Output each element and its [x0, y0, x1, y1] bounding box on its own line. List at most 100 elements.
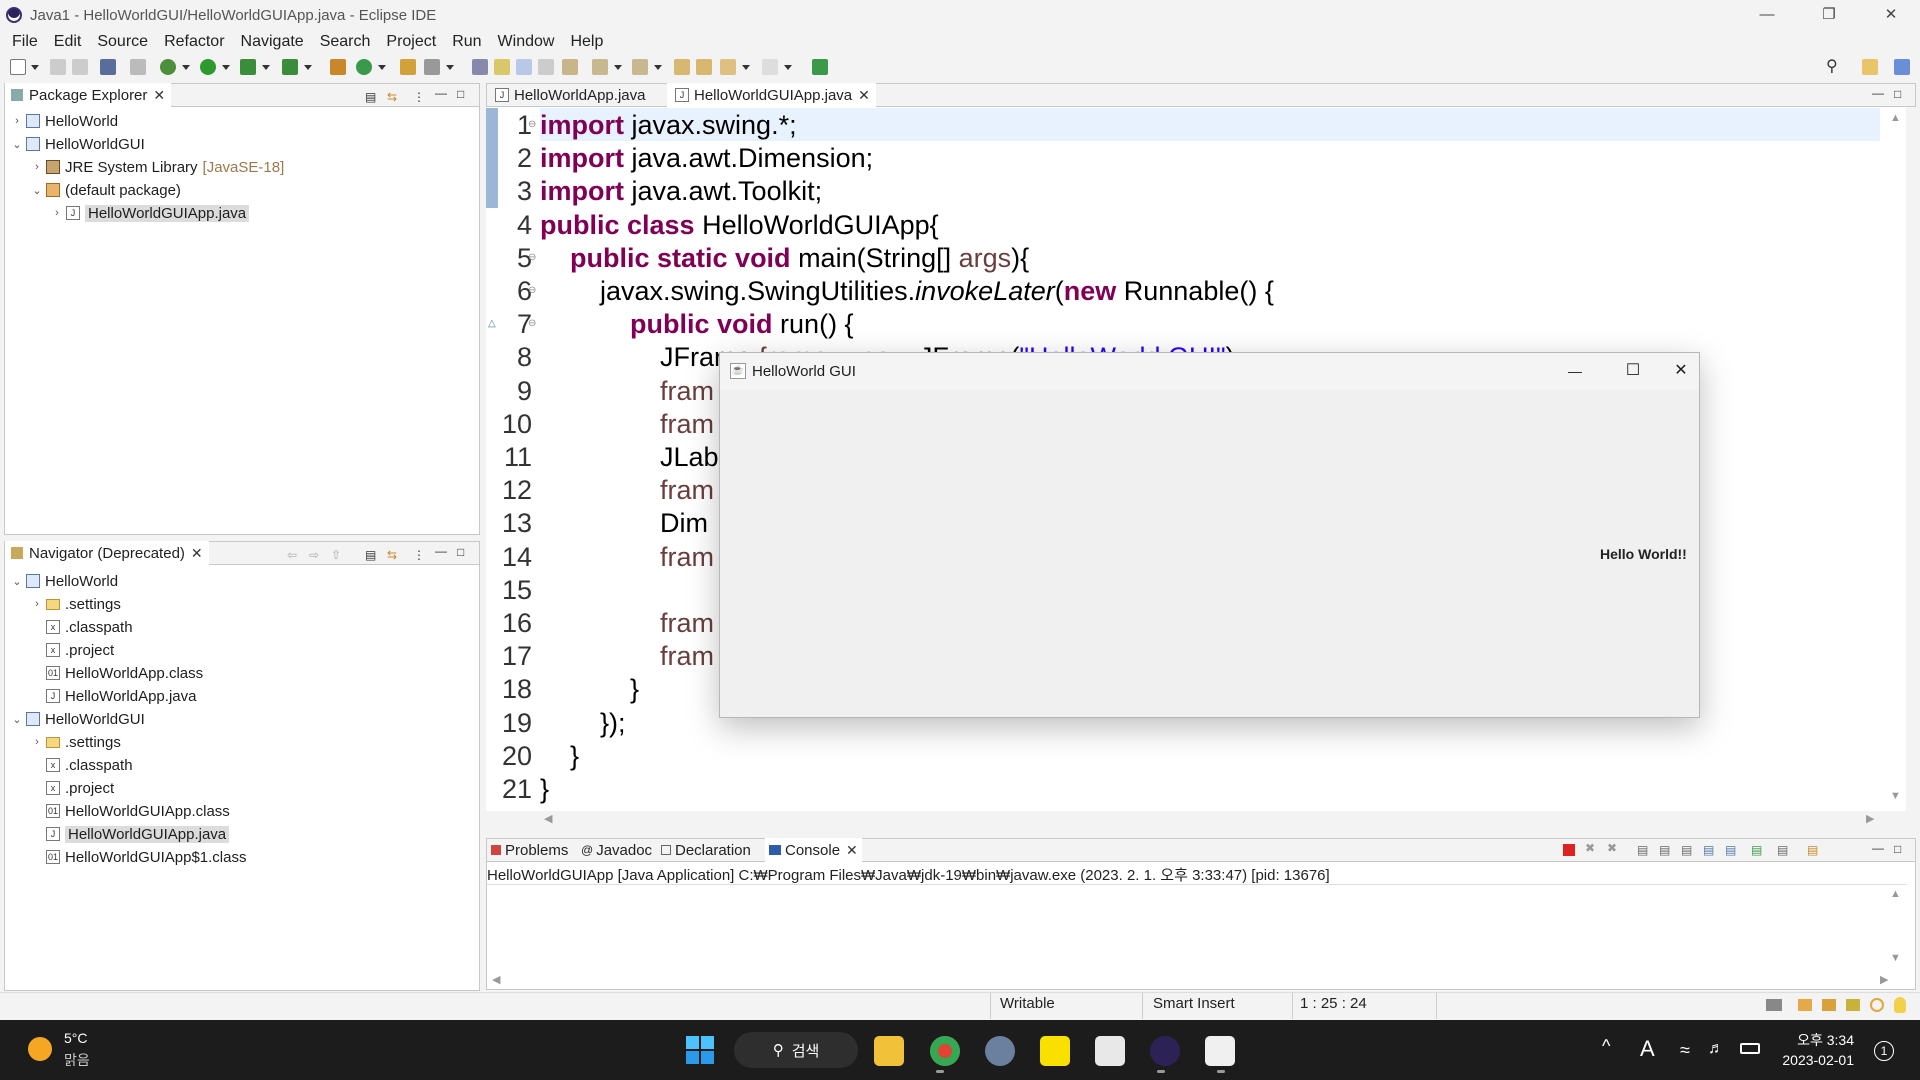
chevron-right-icon[interactable]: › — [50, 207, 64, 219]
tree-item[interactable]: › HelloWorld — [10, 110, 118, 132]
fold-toggle-icon[interactable]: ⊖ — [528, 119, 536, 130]
tab-console[interactable]: Console ✕ — [765, 838, 862, 862]
kakaotalk-icon[interactable] — [1040, 1036, 1070, 1066]
paragraph-icon[interactable] — [562, 59, 578, 75]
prev-annotation-icon[interactable] — [632, 59, 648, 75]
maximize-view-icon[interactable]: □ — [457, 545, 464, 559]
clear-console-icon[interactable]: ▤ — [1637, 843, 1648, 857]
show-stdout-icon[interactable]: ▤ — [1703, 843, 1714, 857]
block-selection-icon[interactable] — [516, 59, 532, 75]
console-scroll-left-icon[interactable]: ◀ — [492, 973, 500, 986]
back-nav-icon[interactable] — [720, 59, 736, 75]
scroll-up-icon[interactable]: ▲ — [1890, 112, 1901, 124]
chevron-right-icon[interactable]: › — [30, 161, 44, 173]
maximize-view-icon[interactable]: □ — [1894, 87, 1901, 101]
menu-file[interactable]: File — [4, 33, 46, 51]
wrench-icon[interactable] — [1846, 999, 1860, 1011]
code-line[interactable]: JLab — [540, 441, 719, 474]
fold-toggle-icon[interactable]: ⊖ — [528, 318, 536, 329]
menu-help[interactable]: Help — [562, 33, 611, 51]
code-line[interactable]: import javax.swing.*; — [540, 109, 797, 142]
scroll-lock-icon[interactable]: ▤ — [1659, 843, 1670, 857]
weather-sun-icon[interactable] — [28, 1037, 52, 1061]
show-whitespace-icon[interactable] — [538, 59, 554, 75]
tab-helloworldguiapp-java[interactable]: J HelloWorldGUIApp.java ✕ — [667, 83, 876, 107]
chevron-right-icon[interactable]: › — [30, 736, 44, 748]
last-edit-icon[interactable] — [674, 59, 690, 75]
close-icon[interactable]: ✕ — [858, 87, 870, 104]
console-scroll-up-icon[interactable]: ▲ — [1890, 888, 1901, 900]
ime-indicator[interactable]: A — [1640, 1036, 1655, 1062]
remove-launch-icon[interactable]: ✖ — [1585, 841, 1595, 855]
tip-icon[interactable] — [1798, 999, 1812, 1011]
tab-javadoc[interactable]: @ Javadoc — [577, 838, 656, 862]
tree-item[interactable]: ⌄ (default package) — [30, 179, 181, 201]
clock-time[interactable]: 오후 3:34 — [1784, 1030, 1854, 1050]
code-line[interactable]: } — [540, 673, 639, 706]
terminal-icon[interactable] — [100, 59, 116, 75]
run-icon[interactable] — [200, 59, 216, 75]
code-line[interactable]: fram — [540, 375, 714, 408]
tree-item[interactable]: x .project — [30, 777, 114, 799]
view-menu-icon[interactable]: ⋮ — [413, 90, 425, 104]
console-scroll-right-icon[interactable]: ▶ — [1880, 973, 1888, 986]
tab-problems[interactable]: Problems — [487, 838, 572, 862]
jframe-maximize-button[interactable]: ☐ — [1604, 357, 1662, 385]
settings-icon[interactable] — [985, 1036, 1015, 1066]
progress-icon[interactable] — [1766, 999, 1782, 1011]
back-icon[interactable]: ⇦ — [287, 548, 297, 562]
java-perspective-icon[interactable] — [1894, 59, 1910, 75]
tree-item[interactable]: › J HelloWorldGUIApp.java — [50, 202, 250, 224]
annotation-icon[interactable] — [472, 59, 488, 75]
forward-icon[interactable]: ⇨ — [309, 548, 319, 562]
maximize-view-icon[interactable]: □ — [457, 87, 464, 101]
battery-icon[interactable] — [1740, 1043, 1760, 1054]
close-icon[interactable]: ✕ — [153, 87, 165, 104]
start-button[interactable] — [686, 1036, 714, 1064]
mark-occurrences-icon[interactable] — [494, 59, 510, 75]
scroll-left-icon[interactable]: ◀ — [544, 812, 552, 825]
wifi-icon[interactable]: ≈ — [1680, 1040, 1690, 1061]
save-icon[interactable] — [50, 59, 66, 75]
word-wrap-icon[interactable]: ▤ — [1681, 843, 1692, 857]
link-editor-icon[interactable]: ⇆ — [387, 548, 397, 562]
maximize-view-icon[interactable]: □ — [1894, 842, 1901, 856]
chevron-right-icon[interactable]: › — [10, 115, 24, 127]
weather-temp[interactable]: 5°C — [64, 1030, 88, 1046]
new-java-class-icon[interactable] — [356, 59, 372, 75]
collapse-all-icon[interactable]: ▤ — [365, 90, 376, 104]
fold-toggle-icon[interactable]: ⊖ — [528, 285, 536, 296]
eclipse-taskbar-icon[interactable] — [1150, 1036, 1180, 1066]
menu-edit[interactable]: Edit — [46, 33, 90, 51]
tree-item[interactable]: x .project — [30, 639, 114, 661]
link-editor-icon[interactable]: ⇆ — [387, 90, 397, 104]
chevron-down-icon[interactable]: ⌄ — [10, 713, 24, 726]
help-icon[interactable] — [1870, 998, 1884, 1012]
chevron-down-icon[interactable]: ⌄ — [30, 184, 44, 197]
code-line[interactable]: fram — [540, 408, 714, 441]
code-line[interactable]: fram — [540, 607, 714, 640]
display-console-icon[interactable]: ▤ — [1777, 843, 1788, 857]
tab-navigator[interactable]: Navigator (Deprecated) ✕ — [5, 541, 209, 565]
search-tool-icon[interactable] — [424, 59, 440, 75]
chrome-icon[interactable] — [930, 1036, 960, 1066]
close-icon[interactable]: ✕ — [191, 545, 203, 562]
code-line[interactable]: fram — [540, 474, 714, 507]
tree-item[interactable]: 01 HelloWorldGUIApp$1.class — [30, 846, 246, 868]
external-tools-icon[interactable] — [282, 59, 298, 75]
volume-icon[interactable]: ♬ — [1708, 1040, 1724, 1058]
scroll-right-icon[interactable]: ▶ — [1866, 812, 1874, 825]
menu-navigate[interactable]: Navigate — [233, 33, 312, 51]
pin-editor-icon[interactable] — [812, 59, 828, 75]
forward-nav-icon[interactable] — [762, 59, 778, 75]
show-stderr-icon[interactable]: ▤ — [1725, 843, 1736, 857]
tree-item[interactable]: ⌄ HelloWorldGUI — [10, 133, 144, 155]
next-annotation-icon[interactable] — [592, 59, 608, 75]
snipping-tool-icon[interactable] — [1095, 1036, 1125, 1066]
tree-item[interactable]: x .classpath — [30, 754, 133, 776]
code-line[interactable]: public void run() { — [540, 308, 854, 341]
coverage-icon[interactable] — [240, 59, 256, 75]
search-icon[interactable]: ⚲ — [1826, 56, 1842, 75]
new-icon[interactable] — [10, 59, 26, 75]
java-taskbar-icon[interactable] — [1205, 1036, 1235, 1066]
